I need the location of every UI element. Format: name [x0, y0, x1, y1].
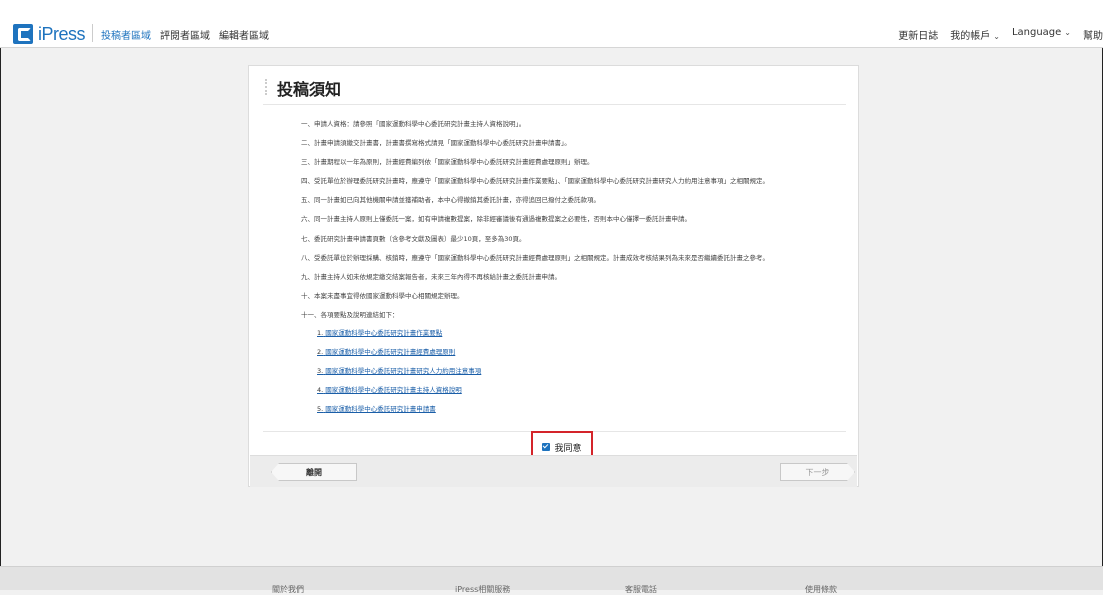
logo-text: iPress	[38, 23, 86, 44]
reference-link[interactable]: 5. 國家運動科學中心委託研究計畫申請書	[317, 400, 837, 419]
nav-author-area[interactable]: 投稿者區域	[101, 27, 151, 42]
footer-link[interactable]: 客服電話	[625, 584, 657, 595]
guideline-item: 七、委託研究計畫申請書頁數（含參考文獻及圖表）最少10頁，至多為30頁。	[301, 234, 526, 243]
guideline-item: 五、同一計畫如已向其他機關申請並獲補助者，本中心得撤銷其委託計畫，亦得追回已撥付…	[301, 196, 600, 205]
account-menu[interactable]: 我的帳戶 ⌄	[950, 27, 1000, 42]
link-text[interactable]: 國家運動科學中心委託研究計畫作業要點	[325, 329, 442, 337]
area-nav: 投稿者區域 評閱者區域 編輯者區域	[101, 27, 269, 42]
link-text[interactable]: 國家運動科學中心委託研究計畫研究人力約用注意事項	[325, 367, 481, 375]
link-number: 5.	[317, 405, 324, 414]
guideline-item: 十、本案未盡事宜得依國家運動科學中心相關規定辦理。	[301, 291, 464, 300]
reference-link[interactable]: 3. 國家運動科學中心委託研究計畫研究人力約用注意事項	[317, 362, 837, 381]
guideline-item: 六、同一計畫主持人原則上僅委託一案，如有申請複數提案，除非經審議後有通過複數提案…	[301, 215, 691, 224]
guideline-item: 三、計畫期程以一年為原則，計畫經費編列依「國家運動科學中心委託研究計畫經費處理原…	[301, 158, 594, 167]
link-text[interactable]: 國家運動科學中心委託研究計畫申請書	[325, 405, 436, 413]
footer-link[interactable]: iPress相關服務	[455, 584, 510, 595]
guideline-item: 四、受託單位於辦理委託研究計畫時，應遵守「國家運動科學中心委託研究計畫作業要點」…	[301, 177, 769, 186]
agree-label[interactable]: 我同意	[554, 441, 581, 454]
top-nav: iPress 投稿者區域 評閱者區域 編輯者區域 更新日誌 我的帳戶 ⌄ Lang…	[0, 0, 1103, 48]
card-action-bar: 離開 下一步	[250, 455, 857, 487]
nav-separator	[92, 24, 93, 42]
ipress-logo-icon	[13, 24, 33, 44]
help-link[interactable]: 幫助	[1083, 27, 1103, 42]
page-title: 投稿須知	[277, 80, 342, 99]
link-number: 3.	[317, 367, 324, 376]
chevron-down-icon: ⌄	[993, 32, 1000, 41]
reference-links: 1. 國家運動科學中心委託研究計畫作業要點 2. 國家運動科學中心委託研究計畫經…	[317, 324, 837, 419]
guideline-item: 二、計畫申請須繳交計畫書，計畫書撰寫格式請見「國家運動科學中心委託研究計畫申請書…	[301, 139, 571, 148]
reference-link[interactable]: 4. 國家運動科學中心委託研究計畫主持人資格說明	[317, 381, 837, 400]
language-menu[interactable]: Language ⌄	[1012, 27, 1071, 42]
reference-link[interactable]: 2. 國家運動科學中心委託研究計畫經費處理原則	[317, 343, 837, 362]
link-text[interactable]: 國家運動科學中心委託研究計畫主持人資格說明	[325, 386, 462, 394]
link-number: 1.	[317, 329, 324, 337]
leave-button[interactable]: 離開	[271, 463, 357, 481]
submission-guidelines-card: 投稿須知 一、申請人資格：請參照「國家運動科學中心委託研究計畫主持人資格說明」。…	[248, 65, 859, 487]
link-text[interactable]: 國家運動科學中心委託研究計畫經費處理原則	[325, 348, 455, 356]
link-number: 4.	[317, 386, 324, 395]
footer-link[interactable]: 使用條款	[805, 584, 837, 595]
page-footer: 關於我們 iPress相關服務 客服電話 使用條款	[0, 566, 1103, 594]
guideline-list: 一、申請人資格：請參照「國家運動科學中心委託研究計畫主持人資格說明」。 二、計畫…	[301, 115, 846, 325]
link-number: 2.	[317, 348, 324, 357]
guideline-item: 九、計畫主持人如未依規定繳交結案報告者，未來三年內得不再核給計畫之委託計畫申請。	[301, 272, 561, 281]
account-label: 我的帳戶	[950, 31, 991, 42]
language-label: Language	[1011, 27, 1062, 38]
nav-editor-area[interactable]: 編輯者區域	[219, 27, 269, 42]
nav-reviewer-area[interactable]: 評閱者區域	[160, 27, 210, 42]
guideline-item: 十一、各項要點及說明連結如下：	[301, 310, 399, 319]
agree-checkbox[interactable]	[542, 443, 551, 451]
ipress-logo[interactable]: iPress	[13, 23, 86, 45]
title-grip-icon	[265, 79, 270, 95]
chevron-down-icon: ⌄	[1064, 28, 1071, 37]
guideline-item: 八、受委託單位於辦理採購、核銷時，應遵守「國家運動科學中心委託研究計畫經費處理原…	[301, 253, 769, 262]
guideline-item: 一、申請人資格：請參照「國家運動科學中心委託研究計畫主持人資格說明」。	[301, 120, 526, 128]
title-divider	[263, 104, 846, 105]
footer-link[interactable]: 關於我們	[272, 584, 304, 595]
right-nav: 更新日誌 我的帳戶 ⌄ Language ⌄ 幫助	[898, 27, 1103, 42]
changelog-link[interactable]: 更新日誌	[898, 27, 938, 42]
reference-link[interactable]: 1. 國家運動科學中心委託研究計畫作業要點	[317, 324, 837, 343]
next-step-button[interactable]: 下一步	[780, 463, 855, 481]
